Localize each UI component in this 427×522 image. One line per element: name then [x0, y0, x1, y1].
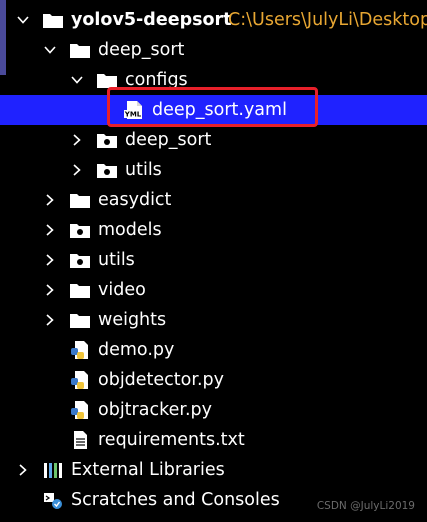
watermark: CSDN @JulyLi2019 [316, 500, 415, 512]
tree-item-label: utils [98, 250, 135, 270]
tree-row-demo-py[interactable]: demo.py [0, 335, 427, 365]
tree-row-deep-sort-folder[interactable]: deep_sort [0, 35, 427, 65]
tree-row-utils-subpackage[interactable]: utils [0, 155, 427, 185]
tree-row-objtracker-py[interactable]: objtracker.py [0, 395, 427, 425]
folder-icon [69, 280, 91, 300]
folder-icon [42, 10, 64, 30]
tree-item-label: deep_sort [125, 130, 212, 150]
python-file-icon [69, 340, 91, 360]
tree-row-video-folder[interactable]: video [0, 275, 427, 305]
tree-row-requirements-txt[interactable]: requirements.txt [0, 425, 427, 455]
package-folder-icon [69, 220, 91, 240]
libraries-icon [42, 460, 64, 480]
scratches-icon [42, 490, 64, 510]
chevron-right-icon[interactable] [42, 305, 58, 335]
tree-item-label: utils [125, 160, 162, 180]
tree-item-label: deep_sort [98, 40, 185, 60]
tree-item-label: External Libraries [71, 460, 225, 480]
chevron-right-icon[interactable] [69, 125, 85, 155]
chevron-right-icon[interactable] [42, 215, 58, 245]
tree-item-label: easydict [98, 190, 172, 210]
folder-icon [69, 310, 91, 330]
tree-item-label: weights [98, 310, 167, 330]
tree-item-label: deep_sort.yaml [152, 100, 287, 120]
text-file-icon [69, 430, 91, 450]
chevron-right-icon[interactable] [69, 155, 85, 185]
python-file-icon [69, 370, 91, 390]
tree-item-label: requirements.txt [98, 430, 245, 450]
chevron-right-icon[interactable] [15, 455, 31, 485]
tree-item-label: demo.py [98, 340, 175, 360]
tree-item-label: objdetector.py [98, 370, 224, 390]
tree-item-label: Scratches and Consoles [71, 490, 280, 510]
tree-row-weights-folder[interactable]: weights [0, 305, 427, 335]
tree-item-label: objtracker.py [98, 400, 212, 420]
tree-item-label: models [98, 220, 162, 240]
yaml-badge: YML [124, 111, 142, 119]
chevron-down-icon[interactable] [42, 35, 58, 65]
root-project-name: yolov5-deepsort [71, 10, 232, 30]
tree-row-deep-sort-subpackage[interactable]: deep_sort [0, 125, 427, 155]
chevron-right-icon[interactable] [42, 185, 58, 215]
chevron-down-icon[interactable] [15, 5, 31, 35]
package-folder-icon [96, 160, 118, 180]
chevron-down-icon[interactable] [69, 65, 85, 95]
tree-row-easydict-folder[interactable]: easydict [0, 185, 427, 215]
tree-row-configs-folder[interactable]: configs [0, 65, 427, 95]
python-file-icon [69, 400, 91, 420]
chevron-right-icon[interactable] [42, 245, 58, 275]
tree-row-root-project[interactable]: yolov5-deepsort C:\Users\JulyLi\Desktop [0, 5, 427, 35]
folder-icon [69, 40, 91, 60]
tree-row-objdetector-py[interactable]: objdetector.py [0, 365, 427, 395]
tree-item-label: configs [125, 70, 188, 90]
package-folder-icon [69, 250, 91, 270]
chevron-right-icon[interactable] [42, 275, 58, 305]
yaml-file-icon: YML [123, 100, 145, 120]
tree-row-models-package[interactable]: models [0, 215, 427, 245]
folder-icon [69, 190, 91, 210]
folder-icon [96, 70, 118, 90]
tree-item-label: video [98, 280, 146, 300]
tree-row-utils-package[interactable]: utils [0, 245, 427, 275]
tree-row-external-libraries[interactable]: External Libraries [0, 455, 427, 485]
tree-row-deep-sort-yaml[interactable]: YML deep_sort.yaml [0, 95, 427, 125]
root-project-path: C:\Users\JulyLi\Desktop [228, 10, 427, 30]
package-folder-icon [96, 130, 118, 150]
